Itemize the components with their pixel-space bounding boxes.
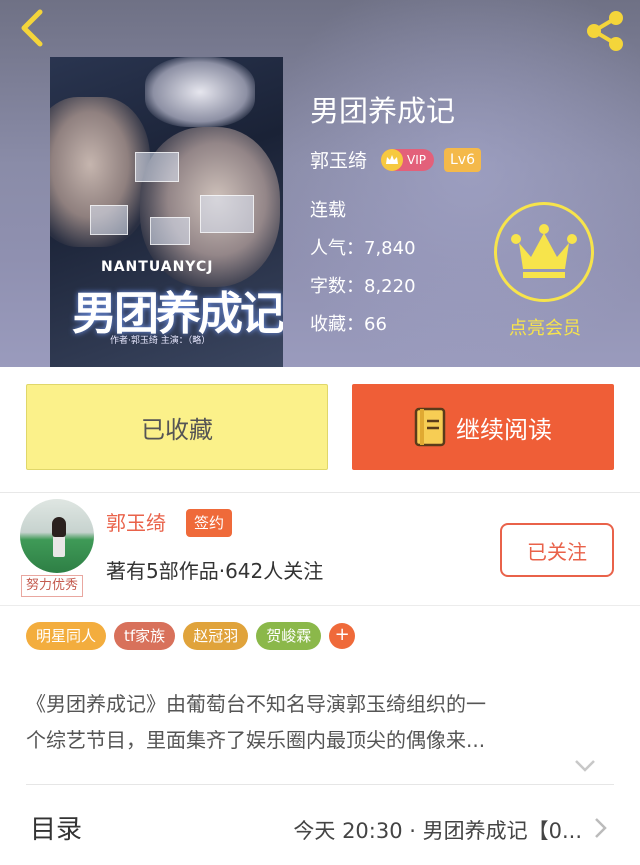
book-info-section: 明星同人 tf家族 赵冠羽 贺峻霖 + 《男团养成记》由葡萄台不知名导演郭玉绮组…: [0, 605, 640, 865]
book-favorites: 收藏：66: [310, 314, 387, 335]
cover-screen: [135, 152, 179, 182]
author-card: 努力优秀 郭玉绮 签约 著有5部作品·642人关注 已关注: [0, 492, 640, 605]
book-title: 男团养成记: [310, 94, 456, 128]
book-detail-page: NANTUANYCJ 男团养成记 作者·郭玉绮 主演：（略） 男团养成记 郭玉绮…: [0, 0, 640, 865]
book-icon: [414, 407, 446, 447]
avatar-hair: [52, 517, 66, 537]
cover-credit: 作者·郭玉绮 主演：（略）: [110, 336, 211, 346]
book-synopsis[interactable]: 《男团养成记》由葡萄台不知名导演郭玉绮组织的一 个综艺节目，里面集齐了娱乐圈内最…: [26, 686, 616, 758]
cover-screen: [200, 195, 254, 233]
latest-chapter: 今天 20:30 · 男团养成记【0...: [293, 819, 582, 843]
followed-button[interactable]: 已关注: [500, 523, 614, 577]
continue-reading-label: 继续阅读: [456, 415, 552, 444]
add-tag-button[interactable]: +: [329, 623, 356, 649]
cover-screen: [90, 205, 128, 235]
tag-chip[interactable]: 赵冠羽: [183, 622, 249, 650]
tag-chip[interactable]: 贺峻霖: [256, 622, 322, 650]
vip-label: VIP: [407, 152, 426, 167]
book-word-count: 字数：8,220: [310, 276, 416, 297]
cover-hand: [145, 57, 255, 127]
crown-icon: [381, 148, 404, 171]
crown-icon: [511, 224, 577, 278]
author-name[interactable]: 郭玉绮: [310, 146, 367, 173]
author-avatar[interactable]: [20, 499, 94, 573]
book-cover-image[interactable]: NANTUANYCJ 男团养成记 作者·郭玉绮 主演：（略）: [50, 57, 283, 367]
member-label[interactable]: 点亮会员: [500, 314, 590, 340]
author-line: 郭玉绮 VIP Lv6: [310, 146, 481, 173]
book-header: NANTUANYCJ 男团养成记 作者·郭玉绮 主演：（略） 男团养成记 郭玉绮…: [0, 0, 640, 367]
synopsis-line: 《男团养成记》由葡萄台不知名导演郭玉绮组织的一: [26, 692, 486, 716]
chevron-right-icon: [594, 817, 608, 839]
favorited-label: 已收藏: [141, 415, 213, 444]
vip-badge: VIP: [381, 148, 434, 171]
cover-screen: [150, 217, 190, 245]
book-status: 连载: [310, 200, 346, 221]
table-of-contents-row[interactable]: 目录 今天 20:30 · 男团养成记【0...: [26, 784, 614, 865]
effort-tag: 努力优秀: [21, 575, 84, 597]
toc-label: 目录: [30, 815, 83, 845]
book-popularity: 人气：7,840: [310, 238, 416, 259]
signed-badge: 签约: [186, 509, 233, 537]
favorited-button[interactable]: 已收藏: [26, 384, 328, 470]
member-crown-button[interactable]: [494, 202, 594, 302]
cover-english-title: NANTUANYCJ: [101, 259, 214, 275]
level-badge: Lv6: [444, 147, 481, 172]
tag-chip[interactable]: tf家族: [114, 622, 176, 650]
tag-list: 明星同人 tf家族 赵冠羽 贺峻霖 +: [26, 622, 356, 650]
chevron-down-icon[interactable]: [574, 758, 596, 772]
action-bar: 已收藏 继续阅读: [0, 367, 640, 492]
share-icon[interactable]: [582, 8, 628, 54]
back-arrow-icon[interactable]: [14, 8, 54, 48]
followed-label: 已关注: [527, 539, 587, 564]
synopsis-line: 个综艺节目，里面集齐了娱乐圈内最顶尖的偶像来...: [26, 728, 486, 752]
tag-chip[interactable]: 明星同人: [26, 622, 107, 650]
author-works-followers: 著有5部作品·642人关注: [106, 559, 324, 583]
author-card-name[interactable]: 郭玉绮: [106, 507, 166, 536]
continue-reading-button[interactable]: 继续阅读: [352, 384, 614, 470]
